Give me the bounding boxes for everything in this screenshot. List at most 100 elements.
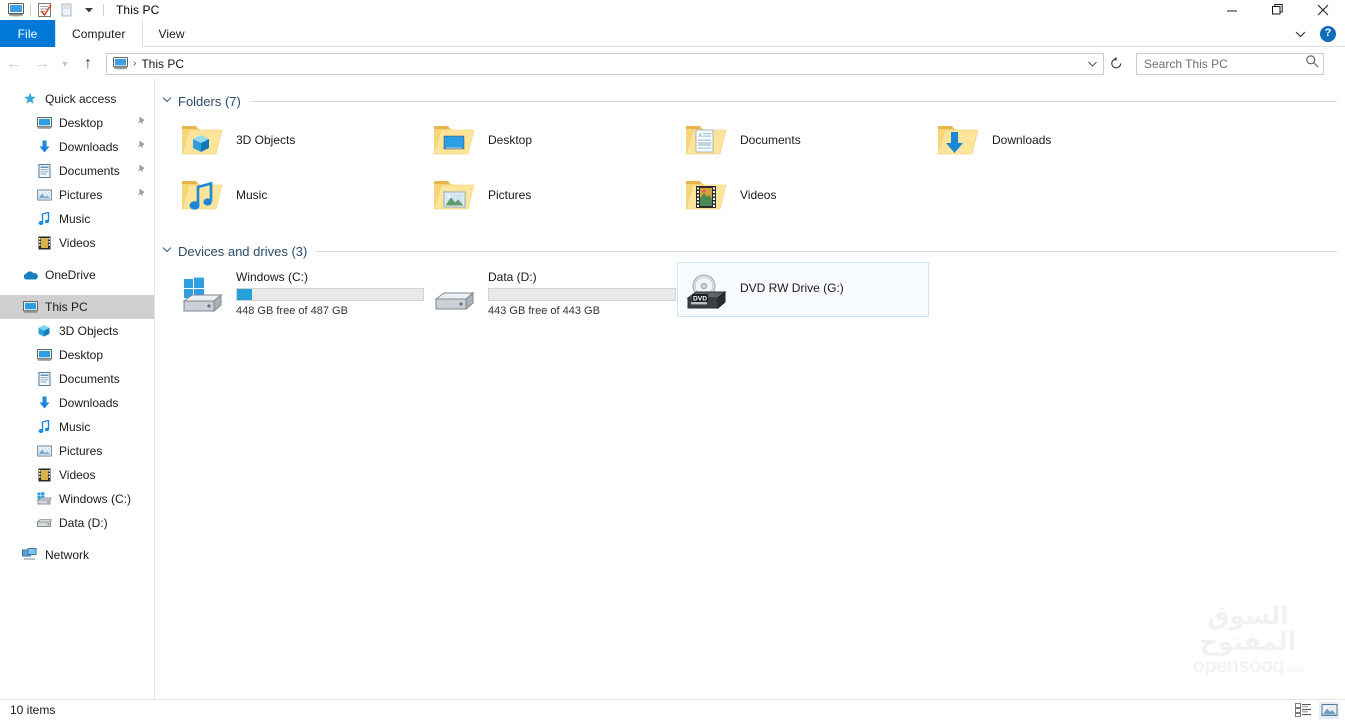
onedrive-cloud-icon	[22, 267, 38, 283]
sidebar-item-network[interactable]: Network	[0, 543, 154, 567]
sidebar-label: Music	[59, 212, 91, 226]
capacity-bar	[488, 288, 676, 301]
properties-icon[interactable]	[34, 1, 56, 20]
search-icon[interactable]	[1305, 54, 1319, 73]
drive-capacity-text: 448 GB free of 487 GB	[236, 305, 348, 317]
tile-downloads[interactable]: Downloads	[929, 112, 1181, 167]
sidebar-item-videos-qa[interactable]: Videos	[0, 231, 154, 255]
help-icon[interactable]: ?	[1315, 21, 1341, 47]
expand-ribbon-chevron-icon[interactable]	[1287, 21, 1313, 47]
sidebar-item-windows-c[interactable]: Windows (C:)	[0, 487, 154, 511]
breadcrumb[interactable]: › This PC	[106, 52, 1104, 75]
minimize-button[interactable]	[1210, 0, 1255, 20]
ribbon-tab-bar: File Computer View ?	[0, 20, 1345, 47]
drive-label: Data (D:)	[488, 270, 537, 284]
sidebar-item-pictures[interactable]: Pictures	[0, 439, 154, 463]
quick-access-toolbar	[0, 0, 107, 20]
up-button[interactable]: ↑	[74, 50, 102, 78]
breadcrumb-separator: ›	[133, 58, 137, 69]
sidebar-item-videos[interactable]: Videos	[0, 463, 154, 487]
pin-icon[interactable]	[136, 188, 147, 202]
close-button[interactable]	[1300, 0, 1345, 20]
folder-tiles: 3D Objects Desktop A Documents Downloads…	[155, 112, 1345, 222]
group-header-devices[interactable]: Devices and drives (3)	[155, 240, 1345, 262]
sidebar-label: Pictures	[59, 188, 103, 202]
folder-music-icon	[178, 171, 226, 219]
tile-music[interactable]: Music	[173, 167, 425, 222]
tile-videos[interactable]: Videos	[677, 167, 929, 222]
tile-label: Videos	[740, 187, 777, 202]
tile-data-d[interactable]: Data (D:) 443 GB free of 443 GB	[425, 262, 677, 317]
drive-info: Windows (C:) 448 GB free of 487 GB	[236, 265, 424, 317]
pin-icon[interactable]	[136, 116, 147, 130]
sidebar-item-this-pc[interactable]: This PC	[0, 295, 154, 319]
sidebar-label: Videos	[59, 468, 96, 482]
view-toggle-group	[1293, 701, 1339, 719]
tile-pictures[interactable]: Pictures	[425, 167, 677, 222]
sidebar-item-desktop-qa[interactable]: Desktop	[0, 111, 154, 135]
tab-file[interactable]: File	[0, 20, 55, 47]
folder-3d-objects-icon	[178, 116, 226, 164]
tile-desktop[interactable]: Desktop	[425, 112, 677, 167]
refresh-button[interactable]	[1104, 53, 1128, 75]
this-pc-icon[interactable]	[5, 1, 27, 20]
forward-button[interactable]: →	[28, 50, 56, 78]
window-title: This PC	[116, 3, 160, 17]
back-button[interactable]: ←	[0, 50, 28, 78]
folder-videos-icon	[682, 171, 730, 219]
sidebar-label: Videos	[59, 236, 96, 250]
downloads-icon	[36, 139, 52, 155]
sidebar-item-downloads-qa[interactable]: Downloads	[0, 135, 154, 159]
restore-button[interactable]	[1255, 0, 1300, 20]
sidebar-item-music[interactable]: Music	[0, 415, 154, 439]
sidebar-item-desktop[interactable]: Desktop	[0, 343, 154, 367]
pin-icon[interactable]	[136, 140, 147, 154]
sidebar-item-quick-access[interactable]: Quick access	[0, 87, 154, 111]
tab-view[interactable]: View	[143, 20, 201, 47]
sidebar-label: Downloads	[59, 140, 119, 154]
sidebar-item-documents[interactable]: Documents	[0, 367, 154, 391]
recent-locations-button[interactable]: ▼	[56, 50, 74, 78]
customize-qat-chevron-icon[interactable]	[78, 1, 100, 20]
sidebar-item-data-d[interactable]: Data (D:)	[0, 511, 154, 535]
hard-drive-icon	[36, 515, 52, 531]
chevron-down-icon[interactable]	[162, 246, 172, 256]
tile-dvd-rw-drive-g[interactable]: DVD DVD RW Drive (G:)	[677, 262, 929, 317]
documents-icon	[36, 371, 52, 387]
downloads-icon	[36, 395, 52, 411]
tile-3d-objects[interactable]: 3D Objects	[173, 112, 425, 167]
sidebar-item-documents-qa[interactable]: Documents	[0, 159, 154, 183]
svg-text:A: A	[698, 133, 703, 139]
tab-computer[interactable]: Computer	[55, 20, 143, 47]
desktop-icon	[36, 347, 52, 363]
sidebar-item-music-qa[interactable]: Music	[0, 207, 154, 231]
breadcrumb-current[interactable]: This PC	[141, 57, 184, 71]
details-view-icon[interactable]	[1293, 702, 1313, 719]
sidebar-item-onedrive[interactable]: OneDrive	[0, 263, 154, 287]
watermark-brand: opensooq	[1192, 655, 1285, 677]
sidebar-label: Desktop	[59, 348, 104, 362]
sidebar-item-pictures-qa[interactable]: Pictures	[0, 183, 154, 207]
folder-downloads-icon	[934, 116, 982, 164]
drive-tiles: Windows (C:) 448 GB free of 487 GB Data …	[155, 262, 1345, 317]
new-folder-icon[interactable]	[56, 1, 78, 20]
search-input[interactable]: Search This PC	[1136, 52, 1324, 75]
tile-windows-c[interactable]: Windows (C:) 448 GB free of 487 GB	[173, 262, 425, 317]
breadcrumb-this-pc-icon	[112, 56, 128, 72]
3d-objects-icon	[36, 323, 52, 339]
search-placeholder: Search This PC	[1144, 56, 1228, 71]
tile-label: Documents	[740, 132, 801, 147]
chevron-down-icon[interactable]	[162, 96, 172, 106]
content-pane[interactable]: Folders (7) 3D Objects Desktop A Documen…	[155, 79, 1345, 699]
sidebar-item-3d-objects[interactable]: 3D Objects	[0, 319, 154, 343]
music-icon	[36, 211, 52, 227]
group-header-folders[interactable]: Folders (7)	[155, 90, 1345, 112]
pin-icon[interactable]	[136, 164, 147, 178]
large-icons-view-icon[interactable]	[1319, 701, 1339, 719]
breadcrumb-dropdown-icon[interactable]	[1083, 54, 1101, 74]
drive-info: Data (D:) 443 GB free of 443 GB	[488, 265, 676, 317]
sidebar-item-downloads[interactable]: Downloads	[0, 391, 154, 415]
watermark-english-text: opensooq.com	[1163, 655, 1333, 677]
tile-documents[interactable]: A Documents	[677, 112, 929, 167]
